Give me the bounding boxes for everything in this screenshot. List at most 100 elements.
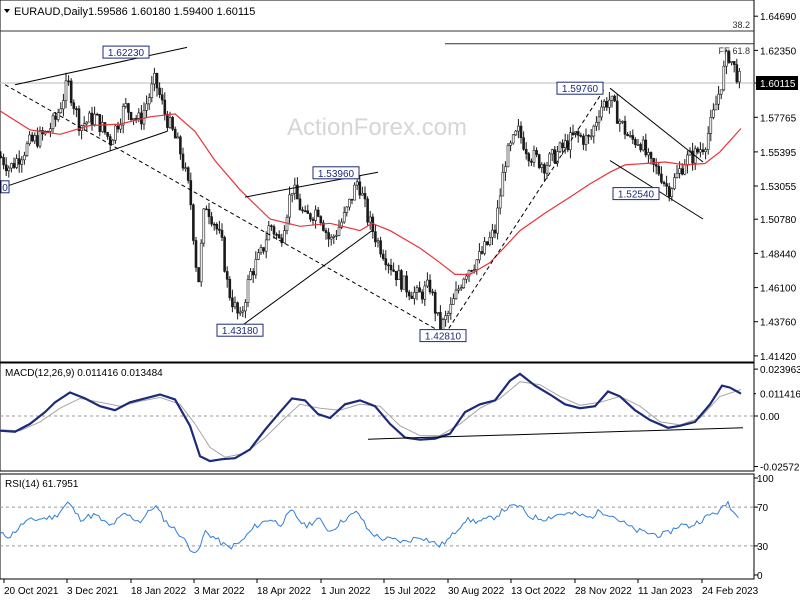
candle-body [225, 271, 229, 280]
candle-body [722, 65, 726, 91]
macd-tick-label: 0.023963 [760, 365, 800, 376]
price-annotation: 1.52540 [612, 187, 660, 201]
candle-body [275, 234, 278, 236]
candle-body [215, 224, 219, 230]
candle-body [202, 208, 206, 244]
time-tick-label: 3 Dec 2021 [67, 586, 119, 597]
candle-body [623, 120, 627, 135]
candle-body [267, 225, 271, 241]
candle-body [678, 168, 681, 174]
candle-body [595, 122, 598, 127]
candle-body [530, 160, 533, 163]
candle-body [444, 315, 447, 320]
rsi-tick-label: 100 [757, 474, 774, 485]
candle-body [309, 213, 312, 220]
annotation-label: 1.52540 [618, 190, 655, 201]
candle-body [730, 61, 733, 63]
candle-body [735, 64, 739, 83]
macd-tick-label: -0.025726 [760, 463, 800, 474]
candle-body [501, 172, 505, 197]
candle-body [301, 209, 304, 212]
forex-chart: ActionForex.com 38.2 FE 61.8 1.62230 1.431… [0, 0, 800, 597]
macd-tick-label: 0.011416 [760, 390, 800, 401]
candle-body [285, 216, 289, 231]
candle-body [95, 113, 99, 116]
candle-body [233, 302, 237, 308]
time-tick-label: 20 Oct 2021 [4, 586, 59, 597]
rsi-axis: 100 70 30 0 [754, 474, 774, 582]
time-tick-label: 24 Feb 2023 [702, 586, 759, 597]
candle-body [293, 184, 297, 194]
time-tick-label: 11 Jan 2023 [638, 586, 693, 597]
candle-body [350, 198, 354, 201]
time-tick-label: 13 Oct 2022 [511, 586, 566, 597]
candle-body [49, 128, 52, 132]
candle-body [582, 135, 585, 145]
candle-body [277, 234, 281, 239]
candle-body [337, 226, 341, 236]
candle-body [90, 112, 94, 125]
candle-body [163, 99, 167, 115]
rsi-title: RSI(14) 61.7951 [5, 479, 79, 490]
candle-body [189, 180, 193, 206]
candle-body [0, 155, 3, 158]
annotation-label: 1.62230 [108, 48, 145, 59]
candle-body [727, 51, 731, 63]
price-tick-label: 1.55395 [760, 148, 797, 159]
candle-body [223, 237, 226, 272]
candle-body [400, 270, 403, 290]
candle-body [205, 208, 208, 211]
candle-body [610, 95, 614, 101]
candle-body [488, 237, 492, 245]
candle-body [257, 252, 260, 260]
candle-body [719, 89, 723, 95]
candle-body [251, 271, 255, 276]
candle-body [353, 184, 356, 201]
candle-body [714, 103, 718, 111]
candle-body [647, 152, 650, 156]
candle-body [615, 100, 619, 124]
candle-body [116, 125, 120, 130]
candle-body [537, 154, 541, 168]
candle-body [472, 269, 476, 272]
candle-body [23, 155, 26, 161]
candle-body [641, 139, 645, 151]
candle-body [563, 140, 567, 148]
candle-body [452, 298, 455, 305]
candle-body [394, 270, 398, 280]
annotation-label: 1.42810 [425, 332, 462, 343]
candle-body [25, 143, 29, 156]
candle-body [454, 289, 458, 300]
candle-body [561, 142, 564, 148]
candle-body [197, 267, 200, 283]
candle-body [103, 122, 107, 133]
candle-body [290, 192, 294, 196]
candle-body [236, 302, 239, 314]
candle-body [199, 242, 203, 283]
candle-body [155, 73, 159, 89]
price-tick-label: 1.50780 [760, 215, 797, 226]
candle-body [374, 231, 377, 243]
time-tick-label: 30 Aug 2022 [448, 586, 505, 597]
candle-body [405, 275, 408, 293]
candle-body [509, 142, 512, 146]
candle-body [662, 182, 666, 184]
candle-body [342, 212, 346, 223]
candle-body [288, 194, 291, 218]
candle-body [111, 139, 115, 145]
candle-body [20, 159, 24, 165]
candle-body [98, 114, 102, 132]
candle-body [298, 198, 302, 211]
price-tick-label: 1.43760 [760, 318, 797, 329]
time-tick-label: 18 Apr 2022 [257, 586, 311, 597]
macd-tick-label: 0.00 [760, 412, 780, 423]
candle-body [558, 142, 562, 152]
candle-body [683, 164, 687, 175]
candle-body [602, 101, 606, 108]
candle-body [264, 239, 268, 252]
candle-body [106, 132, 109, 137]
candle-body [67, 80, 70, 83]
candle-body [397, 270, 401, 281]
candle-body [368, 216, 372, 223]
price-annotation: 1.59760 [556, 81, 604, 95]
